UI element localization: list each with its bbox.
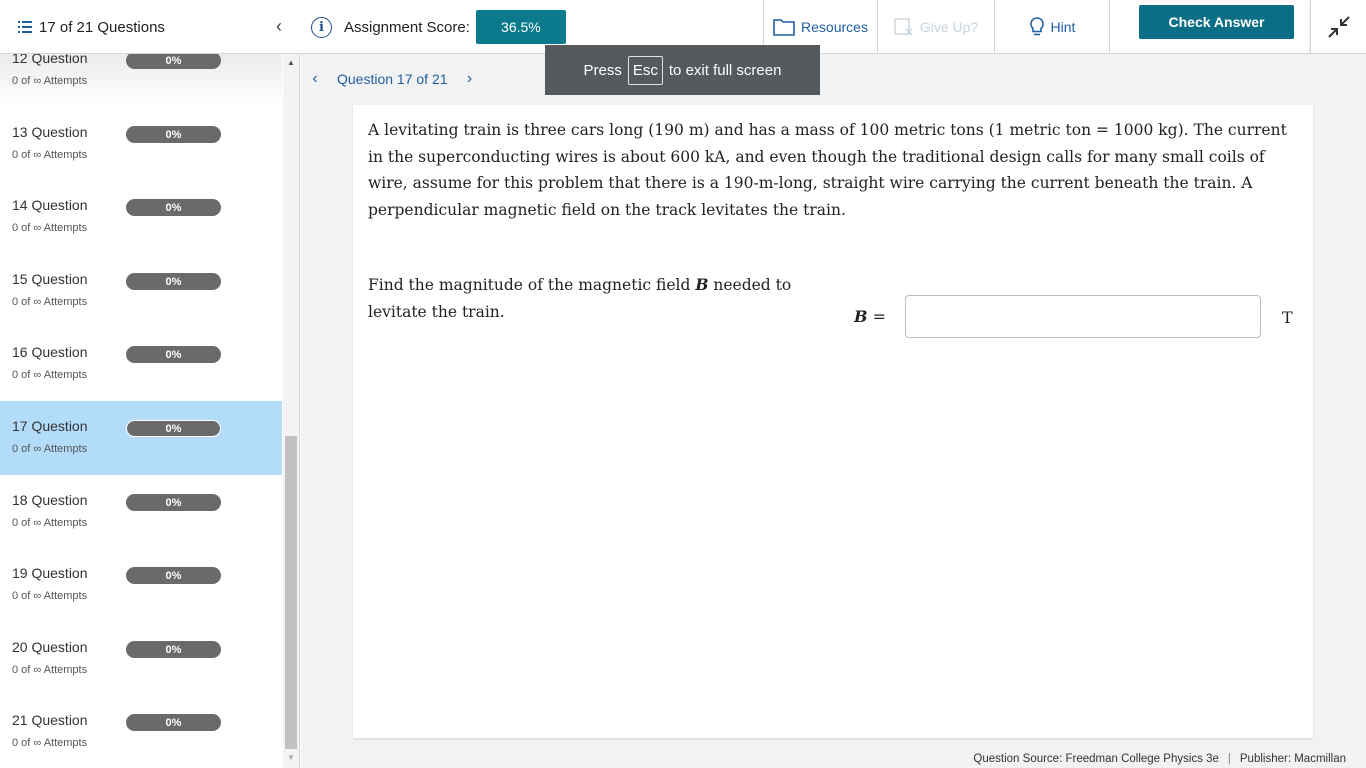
question-footer: Question Source: Freedman College Physic… [973,750,1346,768]
answer-equals: = [867,307,887,326]
lightbulb-icon [1029,17,1044,36]
question-body: A levitating train is three cars long (1… [368,121,1287,219]
give-up-icon [894,18,913,36]
sidebar-item-question[interactable]: 15 Question 0 of ∞ Attempts 0% [0,254,282,328]
list-icon [18,21,32,33]
question-title: 16 Question [12,344,88,360]
question-title: 14 Question [12,197,88,213]
answer-variable: B [854,307,868,326]
score-progress-bar: 0% [126,567,221,584]
attempts-count: 0 of ∞ Attempts [12,222,88,234]
attempts-count: 0 of ∞ Attempts [12,443,88,455]
score-label: Assignment Score: [344,18,470,36]
scroll-up-arrow[interactable]: ▲ [285,58,297,68]
question-title: 19 Question [12,565,88,581]
assignment-score: i Assignment Score: 36.5% [311,10,566,44]
exit-fullscreen-icon [1327,16,1350,38]
give-up-label: Give Up? [919,19,979,35]
sidebar-item-question[interactable]: 16 Question 0 of ∞ Attempts 0% [0,327,282,401]
footer-separator: | [1227,753,1231,765]
prompt-variable: B [695,275,709,294]
attempts-count: 0 of ∞ Attempts [12,664,88,676]
fullscreen-toast: Press Esc to exit full screen [545,45,820,95]
question-count: 17 of 21 Questions [39,18,165,36]
question-title: 12 Question [12,54,88,66]
hint-button[interactable]: Hint [994,0,1110,54]
main-content: ‹ Question 17 of 21 › Press Esc to exit … [301,45,1366,768]
question-title: 15 Question [12,271,88,287]
question-title: 18 Question [12,492,88,508]
answer-label: B = [854,307,886,326]
sidebar-item-question[interactable]: 13 Question 0 of ∞ Attempts 0% [0,107,282,181]
give-up-button[interactable]: Give Up? [877,0,994,54]
chevron-left-icon: ‹ [276,15,282,36]
score-badge: 36.5% [475,10,566,44]
attempts-count: 0 of ∞ Attempts [12,590,88,602]
question-position: Question 17 of 21 [337,71,448,87]
sidebar-item-question[interactable]: 18 Question 0 of ∞ Attempts 0% [0,475,282,549]
question-title: 17 Question [12,418,88,434]
attempts-count: 0 of ∞ Attempts [12,75,88,87]
info-icon[interactable]: i [311,16,332,38]
attempts-count: 0 of ∞ Attempts [12,517,88,529]
collapse-sidebar-button[interactable]: ‹ [268,12,290,40]
question-card: A levitating train is three cars long (1… [353,105,1313,738]
sidebar-item-question[interactable]: 19 Question 0 of ∞ Attempts 0% [0,548,282,622]
question-prompt: Find the magnitude of the magnetic field… [368,272,818,325]
publisher: Publisher: Macmillan [1239,753,1346,765]
sidebar-item-question[interactable]: 17 Question 0 of ∞ Attempts 0% [0,401,282,475]
sidebar-item-question[interactable]: 21 Question 0 of ∞ Attempts 0% [0,695,282,768]
score-progress-bar: 0% [126,54,221,69]
score-progress-bar: 0% [126,346,221,363]
score-progress-bar: 0% [126,641,221,658]
sidebar-item-question[interactable]: 14 Question 0 of ∞ Attempts 0% [0,180,282,254]
score-progress-bar: 0% [126,126,221,143]
previous-question-button[interactable]: ‹ [305,70,325,88]
score-progress-bar: 0% [126,494,221,511]
resources-label: Resources [801,19,868,35]
question-sidebar: 12 Question 0 of ∞ Attempts 0% 13 Question 0… [0,54,300,768]
toast-press: Press [583,61,622,79]
scroll-down-arrow[interactable]: ▼ [285,753,297,763]
attempts-count: 0 of ∞ Attempts [12,737,88,749]
score-progress-bar: 0% [126,714,221,731]
next-question-button[interactable]: › [460,70,480,88]
question-title: 20 Question [12,639,88,655]
attempts-count: 0 of ∞ Attempts [12,369,88,381]
toast-message: to exit full screen [668,61,782,79]
score-progress-bar: 0% [126,420,221,437]
sidebar-item-question[interactable]: 12 Question 0 of ∞ Attempts 0% [0,54,282,107]
scrollbar-thumb[interactable] [285,436,297,749]
sidebar-item-question[interactable]: 20 Question 0 of ∞ Attempts 0% [0,622,282,696]
check-answer-button[interactable]: Check Answer [1139,5,1294,39]
question-list: 12 Question 0 of ∞ Attempts 0% 13 Question 0… [0,54,282,768]
question-navigation: ‹ Question 17 of 21 › [301,66,480,92]
exit-fullscreen-button[interactable] [1310,0,1366,54]
question-title: 21 Question [12,712,88,728]
hint-label: Hint [1050,19,1076,35]
prompt-before: Find the magnitude of the magnetic field [368,276,696,294]
question-list-toggle[interactable]: 17 of 21 Questions [18,0,165,54]
attempts-count: 0 of ∞ Attempts [12,149,88,161]
attempts-count: 0 of ∞ Attempts [12,296,88,308]
score-progress-bar: 0% [126,273,221,290]
answer-input[interactable] [905,295,1261,338]
folder-icon [773,19,795,36]
question-title: 13 Question [12,124,88,140]
score-progress-bar: 0% [126,199,221,216]
unit-label: T [1282,308,1293,327]
question-source: Question Source: Freedman College Physic… [973,753,1219,765]
esc-key-badge: Esc [627,55,663,85]
